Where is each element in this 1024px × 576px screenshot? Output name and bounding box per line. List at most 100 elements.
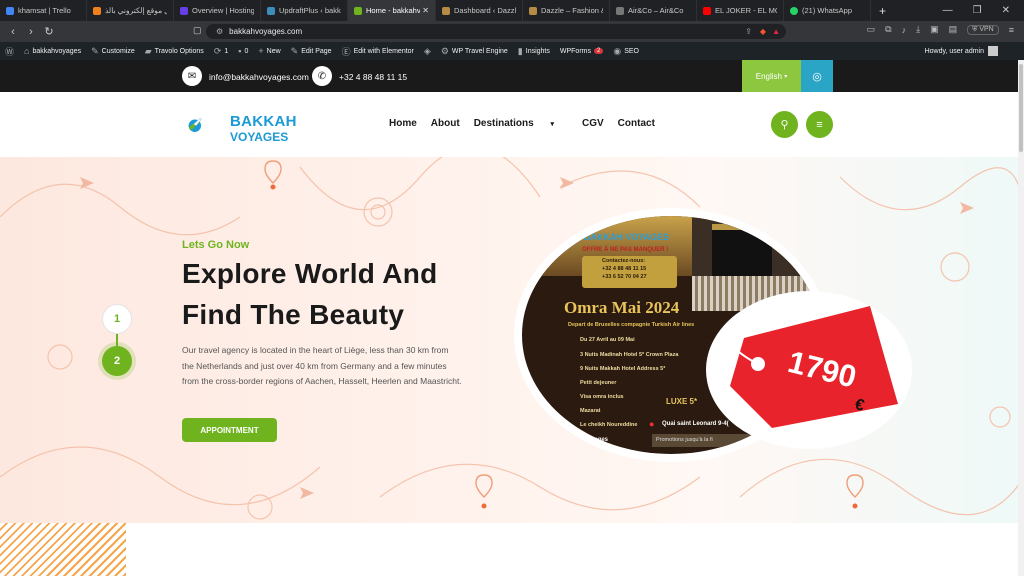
menu-icon[interactable]: ≡	[1009, 25, 1014, 35]
admin-updates-link[interactable]: ⟳ 1	[209, 46, 233, 57]
browser-tab[interactable]: Dashboard ‹ Dazzle –	[436, 0, 523, 21]
extensions-icon[interactable]: ⧉	[885, 24, 891, 35]
wp-admin-bar: Ⓦ ⌂ bakkahvoyages ✎ Customize ▰ Travolo Opt…	[0, 42, 1024, 60]
chevron-down-icon: ▾	[784, 73, 788, 80]
language-switcher[interactable]: English ▾	[742, 60, 801, 92]
wallet-icon[interactable]: ▤	[949, 24, 958, 35]
music-icon[interactable]: ♪	[902, 25, 907, 35]
poster-promo: Promotions jusqu'à la fi	[656, 437, 713, 443]
hero-section: Lets Go Now Explore World And Find The B…	[0, 157, 1024, 523]
browser-right-tools: ▭ ⧉ ♪ ⤓ ▣ ▤ ⛨ VPN ≡	[867, 24, 1014, 35]
admin-account-link[interactable]: Howdy, user admin	[925, 46, 1024, 56]
wpforms-count-badge: 2	[593, 48, 604, 54]
main-navigation: Home About Destinations ▾ CGV Contact	[389, 118, 669, 129]
hero-title-line1: Explore World And	[182, 258, 438, 289]
offcanvas-menu-button[interactable]: ≡	[806, 111, 833, 138]
diamond-icon: ◈	[423, 45, 431, 56]
site-info-icon[interactable]: ⚙	[216, 27, 223, 36]
appointment-button[interactable]: APPOINTMENT	[182, 418, 277, 442]
topbar-phone[interactable]: +32 4 88 48 11 15	[339, 72, 407, 82]
site-header: BAKKAH VOYAGES Home About Destinations ▾…	[0, 92, 1024, 157]
admin-diamond-link[interactable]: ◈	[419, 46, 436, 57]
share-icon[interactable]: ⇪	[745, 27, 752, 36]
hamburger-icon: ≡	[816, 118, 823, 131]
brave-rewards-icon[interactable]: ▲	[772, 27, 780, 36]
admin-travolo-options-link[interactable]: ▰ Travolo Options	[140, 46, 209, 57]
minimize-icon[interactable]: —	[943, 5, 953, 16]
nav-home[interactable]: Home	[389, 118, 417, 129]
decorative-stripe-corner	[0, 523, 126, 576]
download-icon[interactable]: ⤓	[916, 24, 920, 35]
poster-contact-title: Contactez-nous:	[602, 258, 646, 264]
bookmark-icon[interactable]: ▢	[193, 25, 202, 36]
poster-phone1: +32 4 88 48 11 15	[602, 266, 647, 272]
browser-tab[interactable]: (21) WhatsApp	[784, 0, 871, 21]
email-icon: ✉	[182, 66, 202, 86]
location-pin-icon: ●	[649, 419, 655, 429]
admin-seo-link[interactable]: ◉ SEO	[608, 46, 644, 57]
poster-address: Quai saint Leonard 9-4(	[662, 421, 729, 427]
admin-edit-page-link[interactable]: ✎ Edit Page	[286, 46, 337, 57]
sidebar-icon[interactable]: ▭	[867, 24, 876, 35]
tab-favicon-icon	[616, 6, 624, 15]
address-bar[interactable]: ⚙ bakkahvoyages.com ⇪ ◆ ▲	[206, 24, 786, 39]
poster-feature: Mazarat	[580, 408, 601, 414]
user-account-button[interactable]: ◎	[801, 60, 833, 92]
vpn-button[interactable]: ⛨ VPN	[967, 24, 999, 35]
travel-engine-icon: ⚙	[440, 45, 449, 56]
nav-cgv[interactable]: CGV	[582, 118, 604, 129]
seo-icon: ◉	[613, 45, 622, 56]
browser-tab[interactable]: UpdraftPlus ‹ bakkahv	[261, 0, 348, 21]
browser-tab-strip: khamsat | Trello عمل موقع إلكتروني بالذ …	[0, 0, 1024, 21]
nav-contact[interactable]: Contact	[618, 118, 655, 129]
scrollbar-thumb[interactable]	[1019, 64, 1023, 152]
browser-tab-active[interactable]: Home - bakkahv ✕	[348, 0, 436, 21]
plus-icon: +	[258, 46, 264, 56]
slide-connector	[116, 334, 118, 346]
nav-destinations[interactable]: Destinations ▾	[474, 118, 568, 129]
admin-elementor-link[interactable]: Ⓔ Edit with Elementor	[337, 45, 419, 58]
browser-tab[interactable]: EL JOKER - EL MORAG	[697, 0, 784, 21]
screenshot-icon[interactable]: ▣	[930, 24, 939, 35]
bakkah-logo-icon[interactable]	[186, 101, 230, 149]
admin-site-link[interactable]: ⌂ bakkahvoyages	[19, 46, 86, 56]
browser-tab[interactable]: khamsat | Trello	[0, 0, 87, 21]
slide-dot-1[interactable]: 1	[102, 304, 132, 334]
poster-brand: BAKKAH VOYAGES	[584, 232, 670, 242]
tab-favicon-icon	[6, 6, 14, 15]
admin-insights-link[interactable]: ▮ Insights	[513, 46, 555, 57]
tab-favicon-icon	[93, 6, 101, 15]
tab-favicon-icon	[790, 6, 798, 15]
reload-icon[interactable]: ↻	[40, 25, 58, 38]
admin-comments-link[interactable]: ▪ 0	[233, 46, 253, 56]
tab-favicon-icon	[529, 6, 537, 15]
admin-wpforms-link[interactable]: WPForms 2	[555, 48, 608, 55]
poster-feature: Visa omra inclus	[580, 394, 624, 400]
brave-shield-icon[interactable]: ◆	[760, 27, 766, 36]
site-topbar: ✉ info@bakkahvoyages.com ✆ +32 4 88 48 1…	[0, 60, 1024, 92]
poster-feature: Petit dejeuner	[580, 380, 617, 386]
search-button[interactable]: ⚲	[771, 111, 798, 138]
wordpress-logo-icon[interactable]: Ⓦ	[0, 45, 19, 58]
browser-tab[interactable]: Overview | Hostinger	[174, 0, 261, 21]
browser-tab[interactable]: Dazzle – Fashion & Jew	[523, 0, 610, 21]
pencil-icon: ✎	[290, 45, 299, 56]
nav-about[interactable]: About	[431, 118, 460, 129]
updates-icon: ⟳	[213, 45, 222, 56]
close-window-icon[interactable]: ✕	[1002, 5, 1010, 16]
close-tab-icon[interactable]: ✕	[422, 6, 429, 15]
poster-title: Omra Mai 2024	[564, 298, 680, 317]
poster-feature: 3 Nuits Madinah Hotel 5* Crown Plaza	[580, 352, 679, 358]
admin-wp-travel-engine-link[interactable]: ⚙ WP Travel Engine	[436, 46, 513, 57]
browser-tab[interactable]: Air&Co – Air&Co	[610, 0, 697, 21]
page-scrollbar[interactable]	[1018, 60, 1024, 576]
new-tab-icon[interactable]: +	[871, 4, 894, 18]
slide-dot-2-active[interactable]: 2	[102, 346, 132, 376]
admin-customize-link[interactable]: ✎ Customize	[86, 46, 140, 57]
forward-icon[interactable]: ›	[22, 26, 40, 38]
topbar-email[interactable]: info@bakkahvoyages.com	[209, 72, 309, 82]
back-icon[interactable]: ‹	[4, 26, 22, 38]
browser-tab[interactable]: عمل موقع إلكتروني بالذ	[87, 0, 174, 21]
admin-new-link[interactable]: + New	[253, 46, 285, 56]
maximize-icon[interactable]: ❐	[973, 5, 982, 16]
